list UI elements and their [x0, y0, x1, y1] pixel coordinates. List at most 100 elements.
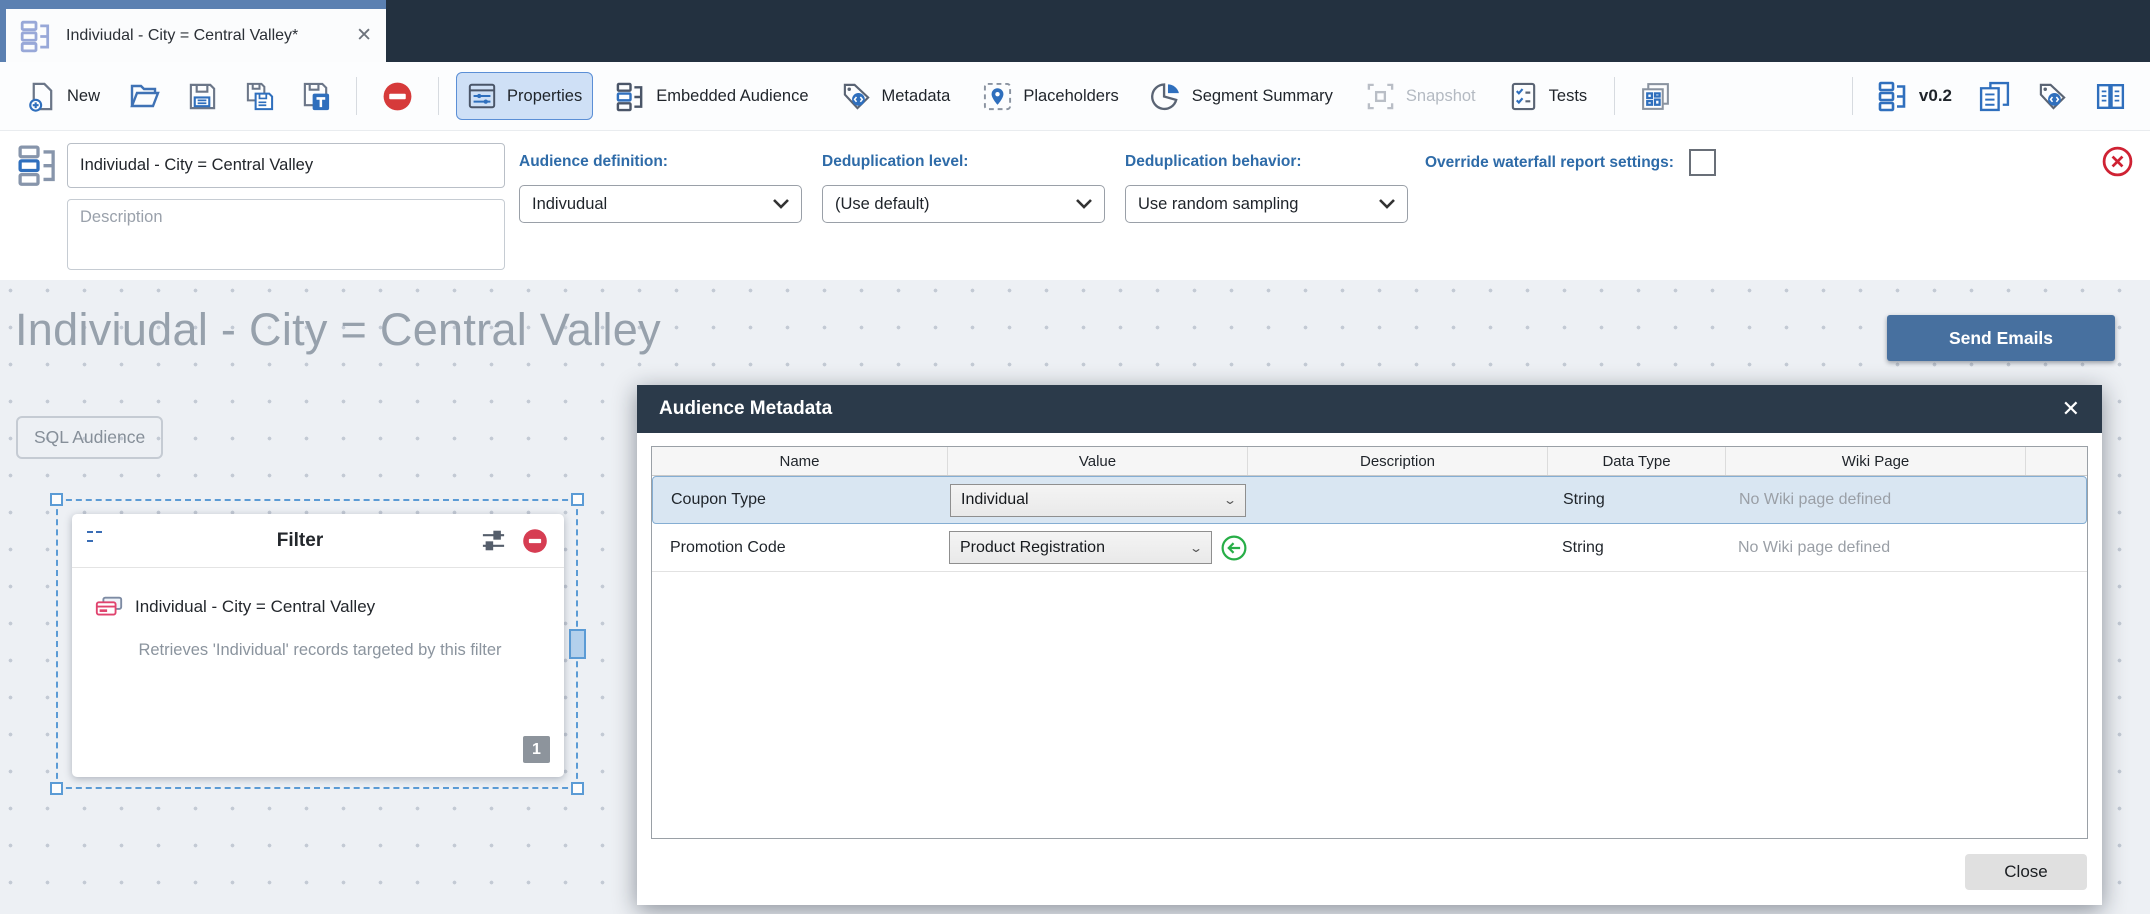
filter-description: Retrieves 'Individual' records targeted … — [94, 641, 546, 660]
column-header-value: Value — [948, 447, 1248, 475]
audience-flowchart-icon — [19, 19, 53, 53]
open-button[interactable] — [122, 72, 168, 120]
remove-filter-icon[interactable] — [521, 527, 549, 555]
override-waterfall-checkbox[interactable] — [1689, 149, 1716, 176]
audience-version-indicator[interactable]: v0.2 — [1870, 72, 1959, 120]
filter-target-item[interactable]: Individual - City = Central Valley — [94, 592, 546, 622]
embedded-audience-tab[interactable]: Embedded Audience — [605, 73, 818, 120]
tests-tab-label: Tests — [1549, 87, 1588, 106]
placeholders-tab[interactable]: Placeholders — [972, 73, 1128, 120]
segment-summary-label: Segment Summary — [1192, 87, 1333, 106]
save-button[interactable] — [180, 73, 225, 120]
tab-close-icon[interactable]: ✕ — [356, 26, 372, 45]
metadata-table-header: Name Value Description Data Type Wiki Pa… — [652, 447, 2087, 476]
override-waterfall-group: Override waterfall report settings: — [1425, 131, 1785, 280]
filter-settings-icon[interactable] — [480, 527, 507, 554]
resize-handle-right-middle[interactable] — [569, 629, 586, 659]
save-copy-button[interactable] — [237, 73, 282, 120]
toolbar-separator — [438, 77, 439, 115]
dialog-close-icon[interactable]: ✕ — [2062, 398, 2080, 420]
embedded-audience-icon — [615, 81, 646, 112]
promotion-code-select[interactable]: Product Registration ⌄ — [949, 531, 1212, 564]
filter-target-label: Individual - City = Central Valley — [135, 597, 375, 617]
metadata-value-cell: Product Registration ⌄ — [948, 531, 1248, 564]
dialog-header[interactable]: Audience Metadata ✕ — [637, 385, 2102, 433]
copy-documents-icon — [1978, 80, 2011, 113]
tests-checklist-icon — [1508, 81, 1539, 112]
metadata-wiki-page: No Wiki page defined — [1726, 539, 2026, 557]
version-label: v0.2 — [1919, 86, 1952, 106]
metadata-value-cell: Individual ⌄ — [949, 484, 1249, 517]
open-folder-icon — [129, 80, 161, 112]
table-row-promotion-code[interactable]: Promotion Code Product Registration ⌄ St… — [652, 524, 2087, 572]
audience-canvas[interactable]: Indiviudal - City = Central Valley SQL A… — [0, 280, 2150, 914]
properties-tab[interactable]: Properties — [456, 72, 593, 120]
close-properties-icon[interactable] — [2101, 145, 2134, 178]
chevron-down-icon: ⌄ — [1189, 541, 1203, 555]
dedup-level-select[interactable]: (Use default) — [822, 185, 1105, 223]
placeholders-pin-icon — [982, 81, 1013, 112]
save-copy-icon — [244, 81, 275, 112]
filter-count-badge: 1 — [523, 736, 550, 763]
canvas-title: Indiviudal - City = Central Valley — [15, 304, 661, 356]
metadata-data-type: String — [1549, 491, 1727, 509]
audience-name-input[interactable] — [67, 143, 505, 188]
copy-documents-button[interactable] — [1971, 72, 2018, 121]
column-header-description: Description — [1248, 447, 1548, 475]
metadata-name: Promotion Code — [652, 539, 948, 557]
resize-handle-bottom-right[interactable] — [571, 782, 584, 795]
send-emails-button[interactable]: Send Emails — [1887, 315, 2115, 361]
dedup-behavior-value: Use random sampling — [1138, 195, 1299, 214]
filter-card[interactable]: Filter Individual - City = Central Valle… — [72, 514, 564, 777]
main-toolbar: New — [0, 62, 2150, 131]
filter-selection-box[interactable]: Filter Individual - City = Central Valle… — [56, 499, 578, 789]
audience-definition-label: Audience definition: — [519, 153, 668, 171]
record-cards-icon — [94, 592, 124, 622]
properties-icon — [467, 81, 497, 111]
metadata-tab-label: Metadata — [882, 87, 951, 106]
resize-handle-top-right[interactable] — [571, 493, 584, 506]
dialog-title: Audience Metadata — [659, 398, 832, 420]
dedup-level-value: (Use default) — [835, 195, 929, 214]
forms-button[interactable] — [1632, 72, 1679, 121]
dedup-level-label: Deduplication level: — [822, 153, 968, 171]
drag-handle-icon[interactable] — [87, 529, 120, 553]
audience-flowchart-icon — [16, 143, 60, 187]
description-input[interactable] — [67, 199, 505, 270]
toolbar-separator — [1614, 77, 1615, 115]
segment-summary-tab[interactable]: Segment Summary — [1141, 73, 1343, 120]
save-template-button[interactable] — [294, 73, 339, 120]
column-header-actions — [2026, 447, 2087, 475]
metadata-data-type: String — [1548, 539, 1726, 557]
sql-audience-button[interactable]: SQL Audience — [16, 416, 163, 459]
audience-definition-select[interactable]: Indivudual — [519, 185, 802, 223]
placeholders-tab-label: Placeholders — [1023, 87, 1118, 106]
toolbar-separator — [1852, 77, 1853, 115]
metadata-tag-icon — [841, 81, 872, 112]
tag-button[interactable] — [2030, 73, 2075, 120]
resize-handle-top-left[interactable] — [50, 493, 63, 506]
audience-metadata-dialog: Audience Metadata ✕ Name Value Descripti… — [637, 385, 2102, 905]
close-dialog-button[interactable]: Close — [1965, 854, 2087, 890]
revert-value-icon[interactable] — [1220, 534, 1248, 562]
snapshot-tab: Snapshot — [1355, 73, 1486, 120]
new-button-label: New — [67, 87, 100, 106]
filter-card-body: Individual - City = Central Valley Retri… — [72, 568, 564, 776]
properties-tab-label: Properties — [507, 87, 582, 106]
metadata-table: Name Value Description Data Type Wiki Pa… — [651, 446, 2088, 839]
chevron-down-icon: ⌄ — [1223, 493, 1237, 507]
book-icon — [2094, 80, 2127, 113]
tests-tab[interactable]: Tests — [1498, 73, 1598, 120]
column-header-wiki-page: Wiki Page — [1726, 447, 2026, 475]
deactivate-button[interactable] — [374, 72, 421, 121]
resize-handle-bottom-left[interactable] — [50, 782, 63, 795]
new-button[interactable]: New — [16, 73, 110, 120]
table-row-coupon-type[interactable]: Coupon Type Individual ⌄ String No Wiki … — [652, 476, 2087, 524]
snapshot-tab-label: Snapshot — [1406, 87, 1476, 106]
coupon-type-select[interactable]: Individual ⌄ — [950, 484, 1246, 517]
new-document-icon — [26, 81, 57, 112]
documentation-button[interactable] — [2087, 72, 2134, 121]
dedup-behavior-select[interactable]: Use random sampling — [1125, 185, 1408, 223]
metadata-tab[interactable]: Metadata — [831, 73, 961, 120]
audience-tab[interactable]: Indiviudal - City = Central Valley* ✕ — [0, 0, 386, 62]
